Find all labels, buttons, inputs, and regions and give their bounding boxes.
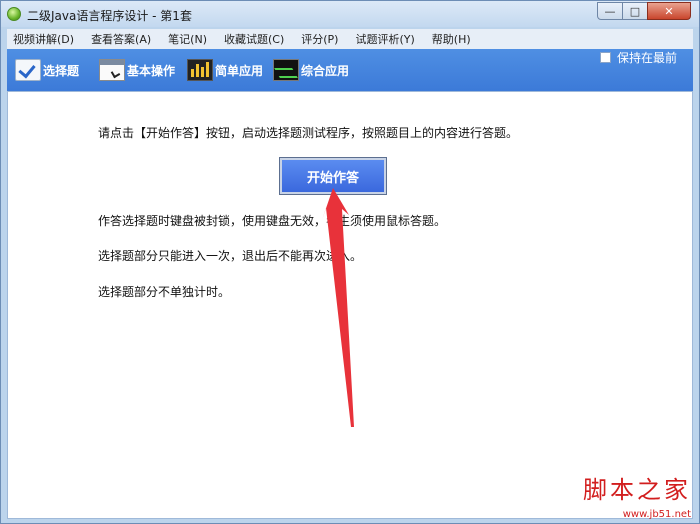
tool-simple-label: 简单应用	[215, 63, 264, 78]
checklist-icon	[15, 59, 41, 81]
waveform-icon	[273, 59, 299, 81]
toolbar: 选择题 基本操作 简单应用 综合应用 保持在最前	[7, 49, 693, 91]
tool-choice-label: 选择题	[43, 63, 80, 78]
app-window: 二级Java语言程序设计 - 第1套 — □ ✕ 视频讲解(D) 查看答案(A)…	[0, 0, 700, 524]
menu-video[interactable]: 视频讲解(D)	[13, 31, 74, 47]
menu-bar: 视频讲解(D) 查看答案(A) 笔记(N) 收藏试题(C) 评分(P) 试题评析…	[7, 29, 693, 49]
tool-basic[interactable]: 基本操作	[99, 57, 175, 83]
minimize-button[interactable]: —	[597, 2, 623, 20]
tool-comprehensive[interactable]: 综合应用	[273, 57, 349, 83]
app-icon	[7, 7, 21, 21]
tool-simple[interactable]: 简单应用	[187, 57, 263, 83]
keep-on-top-label: 保持在最前	[616, 51, 677, 65]
window-title: 二级Java语言程序设计 - 第1套	[27, 9, 192, 23]
menu-help[interactable]: 帮助(H)	[432, 31, 471, 47]
watermark-title: 脚本之家	[583, 476, 691, 504]
close-button[interactable]: ✕	[647, 2, 691, 20]
keep-on-top-toggle[interactable]: 保持在最前	[599, 49, 677, 66]
keep-on-top-checkbox[interactable]	[599, 52, 611, 63]
tool-choice[interactable]: 选择题	[15, 57, 79, 83]
menu-notes[interactable]: 笔记(N)	[168, 31, 207, 47]
menu-score[interactable]: 评分(P)	[301, 31, 338, 47]
title-bar: 二级Java语言程序设计 - 第1套 — □ ✕	[1, 1, 699, 27]
bar-chart-icon	[187, 59, 213, 81]
watermark-url: www.jb51.net	[622, 509, 691, 520]
menu-view-answer[interactable]: 查看答案(A)	[91, 31, 151, 47]
window-controls: — □ ✕	[597, 2, 691, 20]
maximize-button[interactable]: □	[622, 2, 648, 20]
tool-comprehensive-label: 综合应用	[301, 63, 350, 78]
tool-basic-label: 基本操作	[127, 63, 176, 78]
annotation-arrow	[322, 188, 354, 427]
watermark: 脚本之家	[583, 470, 691, 505]
menu-review[interactable]: 试题评析(Y)	[355, 31, 414, 47]
menu-favorites[interactable]: 收藏试题(C)	[224, 31, 284, 47]
window-cursor-icon	[99, 59, 125, 81]
main-content: 请点击【开始作答】按钮，启动选择题测试程序，按照题目上的内容进行答题。 开始作答…	[7, 91, 693, 519]
